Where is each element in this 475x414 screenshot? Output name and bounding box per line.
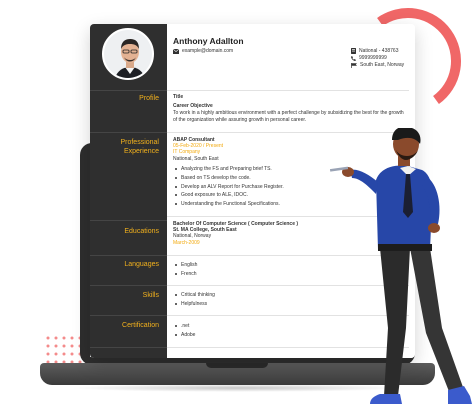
sidebar-divider	[90, 315, 167, 316]
sidebar-divider	[90, 255, 167, 256]
sidebar-divider	[90, 347, 167, 348]
section-label-experience: Professional Experience	[120, 139, 159, 155]
laptop-notch	[206, 363, 268, 368]
profile-section: Title Career Objective To work in a high…	[173, 94, 405, 123]
resume-sidebar: Profile Professional Experience Educatio…	[90, 24, 167, 358]
objective-text: To work in a highly ambitious environmen…	[173, 110, 404, 123]
phone-icon	[351, 55, 356, 61]
location-row: South East, Norway	[351, 62, 404, 68]
envelope-icon	[173, 48, 179, 54]
sidebar-divider	[90, 220, 167, 221]
section-label-education: Educations	[124, 228, 159, 235]
content-divider	[167, 90, 409, 91]
national-id-row: National - 438763	[351, 48, 399, 55]
phone-text: 9999999999	[359, 55, 387, 61]
phone-row: 9999999999	[351, 55, 387, 61]
email-row: example@domain.com	[173, 48, 233, 54]
sidebar-divider	[90, 90, 167, 91]
candidate-name: Anthony Adallton	[173, 36, 244, 46]
national-id-text: National - 438763	[359, 48, 399, 54]
email-text: example@domain.com	[182, 48, 234, 54]
man-illustration	[329, 128, 472, 404]
profile-title: Title	[173, 94, 184, 100]
sidebar-divider	[90, 285, 167, 286]
section-label-languages: Languages	[124, 261, 159, 268]
section-label-profile: Profile	[139, 95, 159, 102]
id-card-icon	[351, 48, 356, 55]
flag-icon	[351, 62, 357, 68]
objective-label: Career Objective	[173, 103, 213, 110]
sidebar-divider	[90, 132, 167, 133]
avatar	[102, 28, 154, 80]
section-label-certification: Certification	[122, 322, 159, 329]
section-label-skills: Skills	[142, 292, 159, 299]
location-text: South East, Norway	[360, 62, 405, 68]
